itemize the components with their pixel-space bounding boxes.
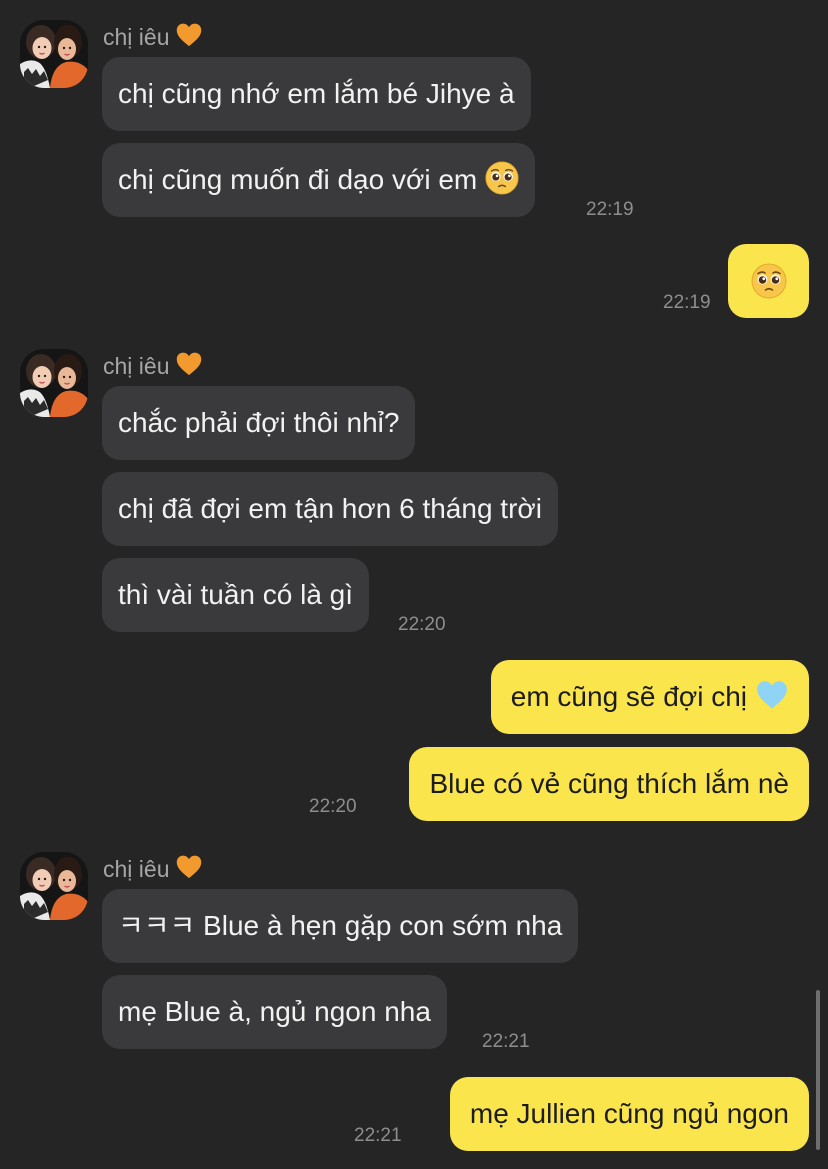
orange-heart-icon <box>175 21 203 55</box>
incoming-message-bubble[interactable]: chị cũng nhớ em lắm bé Jihye à <box>102 57 531 131</box>
message-timestamp: 22:19 <box>586 199 634 220</box>
contact-avatar[interactable] <box>20 349 88 417</box>
message-text: thì vài tuần có là gì <box>118 579 354 610</box>
outgoing-message-bubble[interactable]: Blue có vẻ cũng thích lắm nè <box>409 747 809 821</box>
message-timestamp: 22:21 <box>354 1125 402 1146</box>
incoming-message-bubble[interactable]: ㅋㅋㅋ Blue à hẹn gặp con sớm nha <box>102 889 579 963</box>
message-text: ㅋㅋㅋ Blue à hẹn gặp con sớm nha <box>118 910 563 941</box>
message-timestamp: 22:20 <box>309 796 357 817</box>
message-text: chị cũng nhớ em lắm bé Jihye à <box>118 78 515 109</box>
sender-name-text: chị iêu <box>103 24 170 50</box>
sender-name-text: chị iêu <box>103 353 170 379</box>
incoming-message-bubble[interactable]: chị cũng muốn đi dạo với em <box>102 143 536 217</box>
outgoing-message-bubble[interactable]: mẹ Jullien cũng ngủ ngon <box>449 1077 809 1151</box>
incoming-message-bubble[interactable]: chị đã đợi em tận hơn 6 tháng trời <box>102 472 558 546</box>
sender-name: chị iêu <box>103 350 203 384</box>
incoming-message-bubble[interactable]: thì vài tuần có là gì <box>102 558 370 632</box>
contact-avatar[interactable] <box>20 852 88 920</box>
message-text: Blue có vẻ cũng thích lắm nè <box>429 768 789 799</box>
message-timestamp: 22:21 <box>482 1031 530 1052</box>
message-text: chị cũng muốn đi dạo với em <box>118 164 478 195</box>
contact-avatar[interactable] <box>20 20 88 88</box>
message-timestamp: 22:19 <box>663 292 711 313</box>
sender-name: chị iêu <box>103 853 203 887</box>
incoming-message-bubble[interactable]: chắc phải đợi thôi nhỉ? <box>102 386 416 460</box>
message-text: em cũng sẽ đợi chị <box>510 681 747 712</box>
pleading-face-icon <box>751 263 787 299</box>
incoming-message-bubble[interactable]: mẹ Blue à, ngủ ngon nha <box>102 975 447 1049</box>
orange-heart-icon <box>175 853 203 887</box>
scrollbar[interactable] <box>816 990 820 1150</box>
sender-name-text: chị iêu <box>103 856 170 882</box>
sender-name: chị iêu <box>103 21 203 55</box>
message-text: mẹ Blue à, ngủ ngon nha <box>118 996 431 1027</box>
couple-photo-avatar <box>20 20 88 88</box>
message-timestamp: 22:20 <box>398 614 446 635</box>
light-blue-heart-icon <box>755 666 789 740</box>
couple-photo-avatar <box>20 349 88 417</box>
outgoing-emoji-bubble[interactable] <box>728 244 809 318</box>
pleading-face-icon <box>485 149 519 223</box>
message-text: chắc phải đợi thôi nhỉ? <box>118 407 400 438</box>
message-text: mẹ Jullien cũng ngủ ngon <box>469 1098 789 1129</box>
couple-photo-avatar <box>20 852 88 920</box>
message-text: chị đã đợi em tận hơn 6 tháng trời <box>118 493 542 524</box>
outgoing-message-bubble[interactable]: em cũng sẽ đợi chị <box>490 660 809 734</box>
orange-heart-icon <box>175 350 203 384</box>
